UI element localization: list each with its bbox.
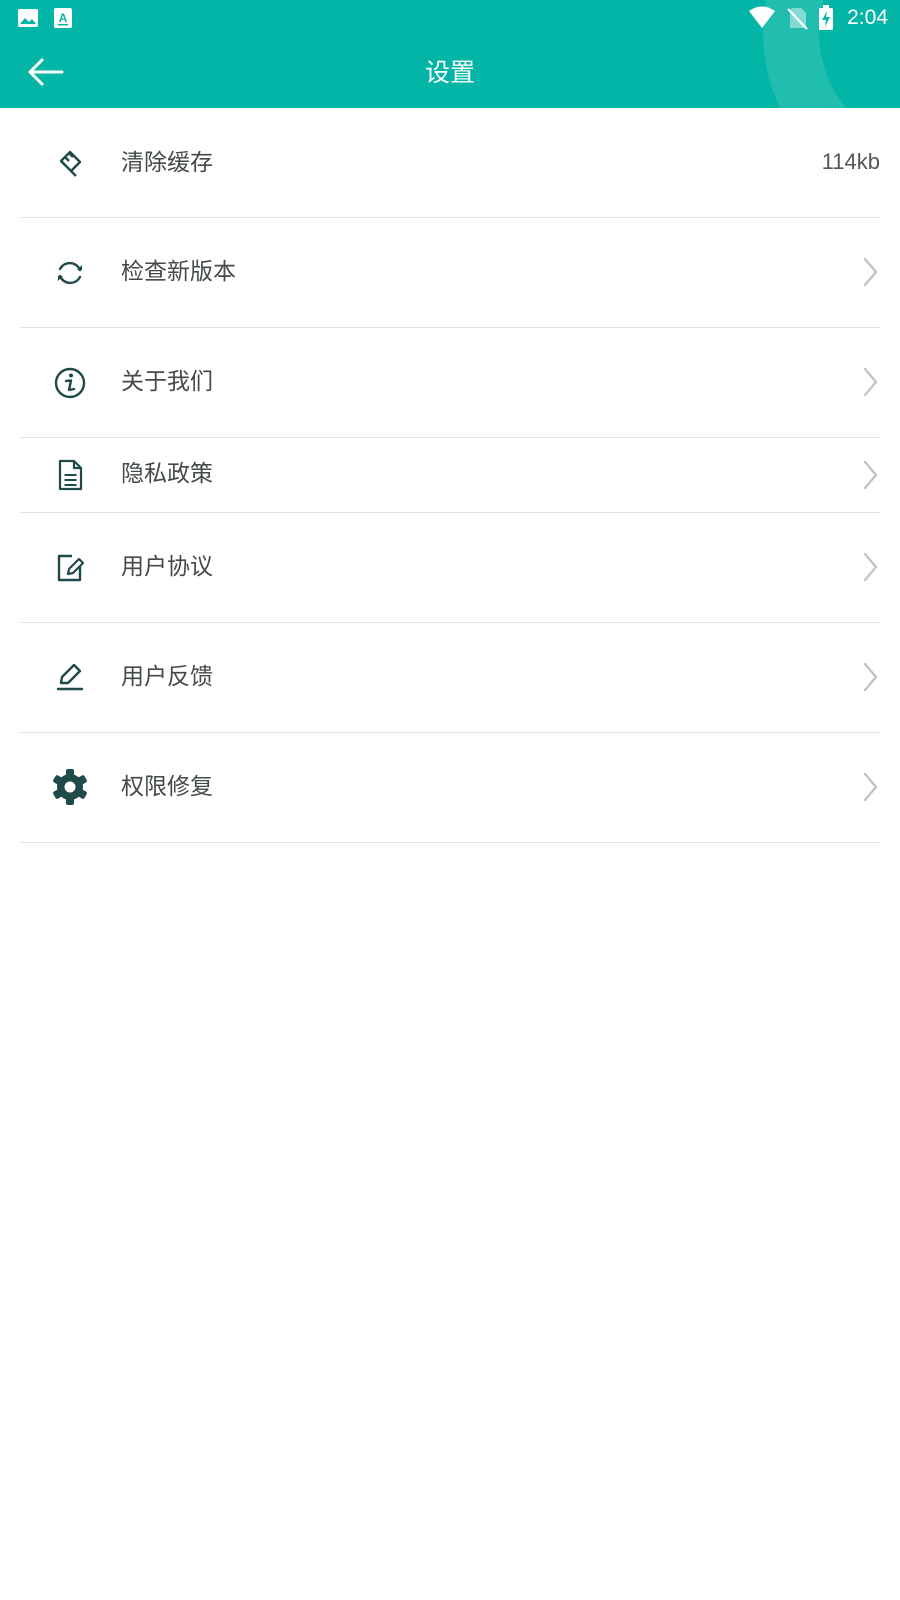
app-header: A 2:04 设置	[0, 0, 900, 108]
edit-document-icon	[57, 554, 85, 582]
settings-item-clear-cache[interactable]: 清除缓存 114kb	[20, 108, 880, 218]
no-sim-icon	[787, 8, 808, 30]
chevron-right-icon	[863, 460, 878, 490]
settings-item-privacy-policy[interactable]: 隐私政策	[20, 438, 880, 513]
status-bar: A 2:04	[0, 0, 900, 36]
cache-size-value: 114kb	[821, 149, 880, 174]
pencil-icon	[56, 663, 84, 691]
svg-text:A: A	[59, 11, 68, 25]
arrow-left-icon	[28, 58, 64, 86]
battery-charging-icon	[819, 5, 833, 30]
settings-item-user-agreement[interactable]: 用户协议	[20, 513, 880, 623]
settings-item-label: 用户反馈	[121, 664, 213, 690]
settings-item-label: 清除缓存	[121, 150, 213, 176]
broom-icon	[59, 150, 82, 177]
chevron-right-icon	[863, 552, 878, 582]
chevron-right-icon	[863, 662, 878, 692]
gear-icon	[53, 769, 87, 805]
back-button[interactable]	[20, 52, 72, 92]
document-icon	[58, 459, 83, 491]
settings-item-label: 用户协议	[121, 554, 213, 580]
status-time: 2:04	[847, 6, 888, 29]
image-icon	[18, 9, 38, 27]
app-a-icon: A	[54, 8, 72, 28]
chevron-right-icon	[863, 772, 878, 802]
info-circle-icon	[54, 367, 86, 399]
refresh-icon	[58, 261, 82, 285]
page-title: 设置	[424, 58, 475, 87]
settings-item-label: 关于我们	[121, 369, 213, 395]
settings-item-permission-repair[interactable]: 权限修复	[20, 733, 880, 843]
chevron-right-icon	[863, 367, 878, 397]
settings-item-about-us[interactable]: 关于我们	[20, 328, 880, 438]
settings-item-user-feedback[interactable]: 用户反馈	[20, 623, 880, 733]
chevron-right-icon	[863, 257, 878, 287]
settings-item-label: 权限修复	[121, 774, 213, 800]
settings-item-label: 检查新版本	[121, 259, 236, 285]
wifi-icon	[749, 6, 775, 28]
settings-item-check-update[interactable]: 检查新版本	[20, 218, 880, 328]
settings-item-label: 隐私政策	[121, 461, 213, 487]
